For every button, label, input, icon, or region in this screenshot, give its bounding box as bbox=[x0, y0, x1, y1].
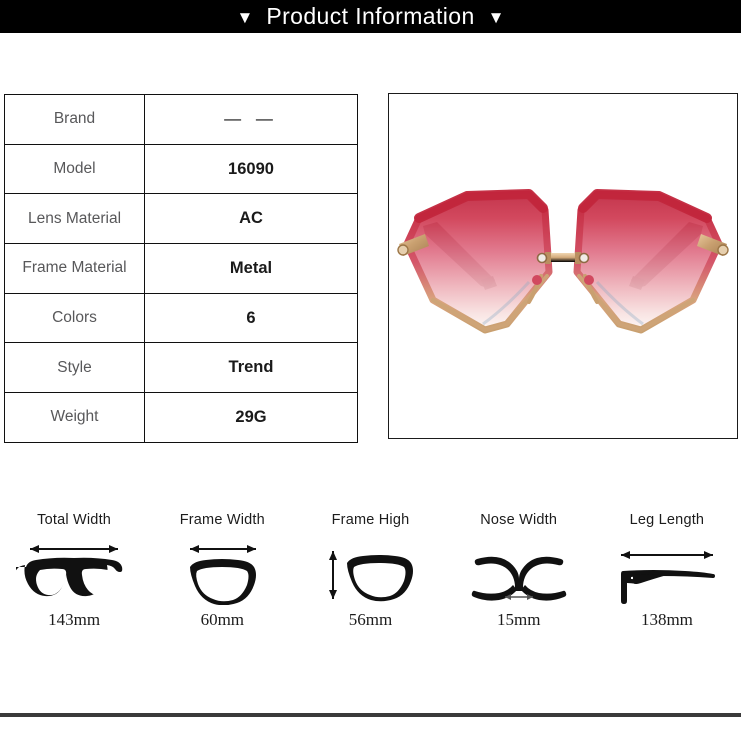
spec-value-style: Trend bbox=[144, 342, 358, 394]
sunglasses-product-image bbox=[389, 94, 737, 438]
product-photo-panel bbox=[388, 93, 738, 439]
single-lens-width-icon bbox=[164, 536, 280, 606]
measurement-label: Leg Length bbox=[629, 512, 705, 528]
nose-bridge-width-icon bbox=[461, 536, 577, 606]
table-row: Frame Material Metal bbox=[4, 243, 358, 294]
spec-value-model: 16090 bbox=[144, 143, 358, 195]
measurement-frame-high: Frame High 56mm bbox=[296, 508, 444, 648]
spec-label-frame-material: Frame Material bbox=[4, 243, 145, 294]
bridge-right-screw bbox=[578, 252, 590, 264]
measurement-value: 15mm bbox=[496, 610, 541, 629]
measurement-label: Frame High bbox=[331, 512, 410, 528]
measurement-leg-length: Leg Length 138mm bbox=[593, 508, 741, 648]
chevron-down-icon-right: ▼ bbox=[487, 8, 505, 27]
spec-label-brand: Brand bbox=[4, 94, 145, 145]
measurement-value: 138mm bbox=[640, 610, 693, 629]
measurement-value: 60mm bbox=[200, 610, 245, 629]
measurements-strip: Total Width 143mm Frame Width 60mm Frame… bbox=[0, 508, 741, 648]
spec-label-lens-material: Lens Material bbox=[4, 193, 145, 245]
right-hinge-screw bbox=[717, 244, 729, 256]
table-row: Style Trend bbox=[4, 342, 358, 394]
spec-value-lens-material: AC bbox=[144, 193, 358, 245]
nose-bridge-bar bbox=[549, 253, 577, 262]
product-information-banner: ▼ Product Information ▼ bbox=[0, 0, 741, 33]
spec-value-brand: — — bbox=[144, 94, 358, 145]
measurement-total-width: Total Width 143mm bbox=[0, 508, 148, 648]
spec-label-model: Model bbox=[4, 143, 145, 195]
spec-label-colors: Colors bbox=[4, 292, 145, 344]
measurement-frame-width: Frame Width 60mm bbox=[148, 508, 296, 648]
chevron-down-icon-left: ▼ bbox=[236, 8, 254, 27]
measurement-label: Nose Width bbox=[480, 512, 558, 528]
spec-label-style: Style bbox=[4, 342, 145, 394]
measurement-nose-width: Nose Width 15mm bbox=[445, 508, 593, 648]
bottom-divider bbox=[0, 713, 741, 717]
right-nose-pad bbox=[584, 275, 594, 285]
left-hinge-screw bbox=[397, 244, 409, 256]
bridge-left-screw bbox=[536, 252, 548, 264]
measurement-value: 56mm bbox=[348, 610, 393, 629]
measurement-label: Frame Width bbox=[179, 512, 265, 528]
table-row: Colors 6 bbox=[4, 292, 358, 344]
measurement-label: Total Width bbox=[37, 512, 112, 528]
page-title: Product Information bbox=[266, 3, 475, 29]
single-lens-height-icon bbox=[313, 536, 429, 606]
specifications-table: Brand — — Model 16090 Lens Material AC F… bbox=[4, 94, 358, 443]
table-row: Brand — — bbox=[4, 94, 358, 145]
table-row: Weight 29G bbox=[4, 392, 358, 443]
spec-value-weight: 29G bbox=[144, 392, 358, 443]
table-row: Model 16090 bbox=[4, 143, 358, 195]
left-nose-pad bbox=[532, 275, 542, 285]
spec-value-frame-material: Metal bbox=[144, 243, 358, 294]
table-row: Lens Material AC bbox=[4, 193, 358, 245]
full-frame-width-icon bbox=[16, 536, 132, 606]
spec-label-weight: Weight bbox=[4, 392, 145, 443]
spec-value-colors: 6 bbox=[144, 292, 358, 344]
measurement-value: 143mm bbox=[48, 610, 101, 629]
temple-arm-length-icon bbox=[609, 536, 725, 606]
